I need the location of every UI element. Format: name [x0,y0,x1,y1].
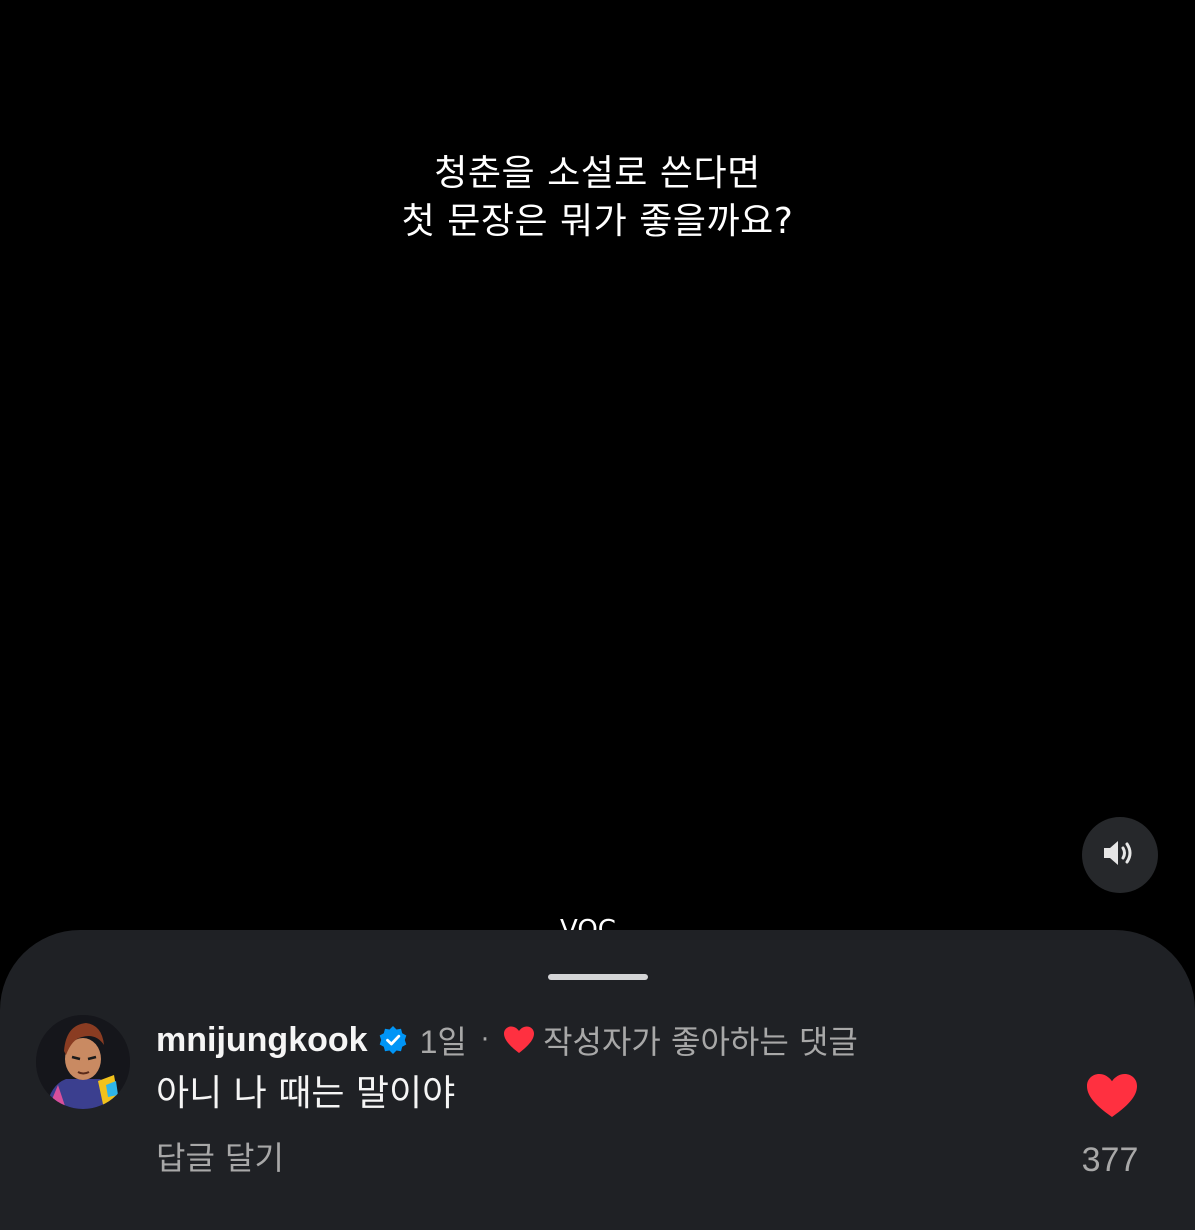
caption-line-2: 첫 문장은 뭐가 좋을까요? [401,201,794,242]
avatar[interactable] [36,1015,130,1109]
speaker-volume-icon [1102,838,1138,872]
video-caption: 청춘을 소설로 쓴다면 첫 문장은 뭐가 좋을까요? [0,150,1195,246]
sheet-drag-handle[interactable] [548,974,648,980]
author-liked-heart-icon [503,1025,535,1055]
comment-like-button[interactable] [1085,1072,1139,1120]
like-count: 377 [1081,1141,1139,1179]
liked-by-author-label: 작성자가 좋아하는 댓글 [543,1023,858,1061]
comments-sheet[interactable]: mnijungkook 1일 · 작성자가 좋아하는 댓글 아니 나 때는 말이… [0,930,1195,1230]
caption-line-1: 청춘을 소설로 쓴다면 [434,153,761,194]
comment-time: 1일 [419,1024,467,1060]
reply-button[interactable]: 답글 달기 [156,1136,284,1180]
verified-badge-icon [378,1025,408,1055]
meta-separator: · [480,1025,490,1055]
comment-header: mnijungkook 1일 · 작성자가 좋아하는 댓글 [156,1018,858,1062]
comment-username[interactable]: mnijungkook [156,1021,368,1060]
heart-filled-icon [1085,1074,1139,1124]
volume-button[interactable] [1082,817,1158,893]
comment-body: 아니 나 때는 말이야 [156,1073,456,1114]
